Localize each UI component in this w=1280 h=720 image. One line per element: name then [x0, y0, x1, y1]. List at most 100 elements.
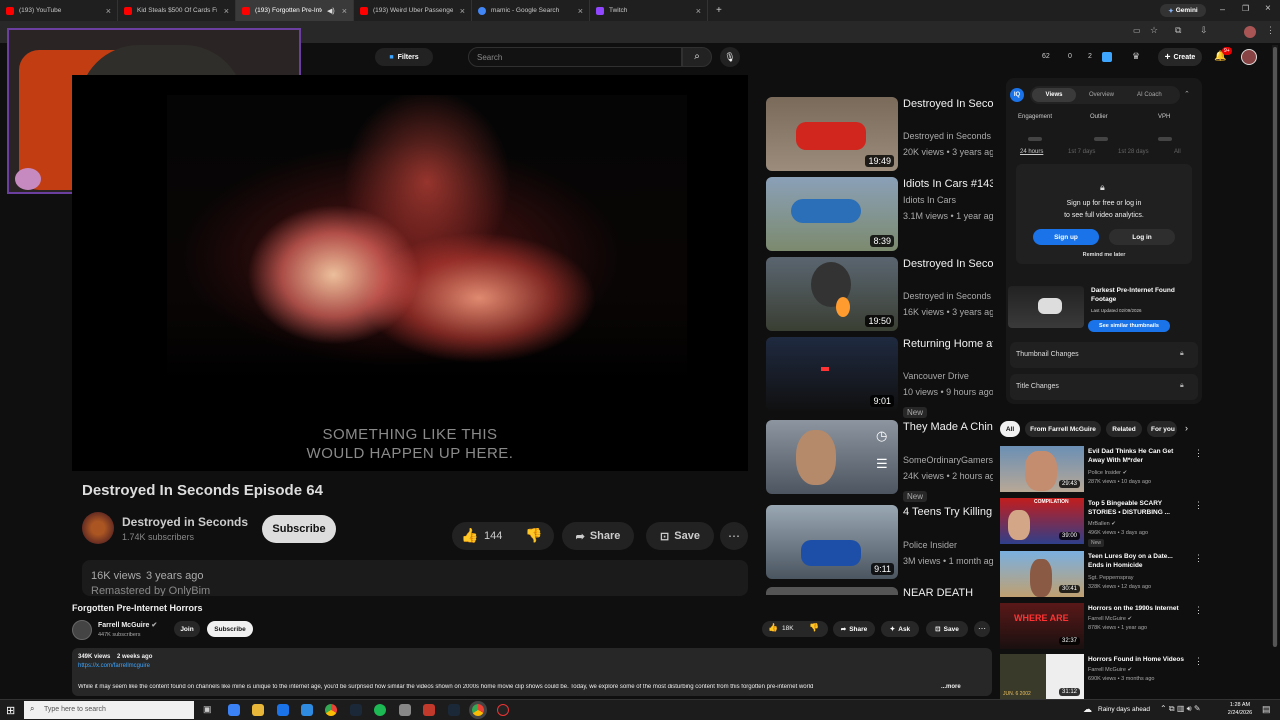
- main-more-actions-icon[interactable]: ⋯: [974, 621, 990, 637]
- more-actions-icon[interactable]: ⋯: [720, 522, 748, 550]
- weather-text[interactable]: Rainy days ahead: [1098, 706, 1150, 713]
- page-scrollbar[interactable]: [1272, 45, 1278, 647]
- video-menu-icon[interactable]: ⋮: [1194, 553, 1203, 564]
- thumbs-up-icon[interactable]: 👍: [461, 527, 478, 544]
- range-24-hours[interactable]: 24 hours: [1020, 149, 1043, 155]
- gemini-button[interactable]: ✦ Gemini: [1160, 4, 1206, 17]
- steam-icon[interactable]: [350, 704, 362, 716]
- browser-tab[interactable]: (193) Weird Uber Passenger Re ×: [354, 0, 472, 21]
- maximize-window-icon[interactable]: ❐: [1242, 4, 1249, 13]
- browser-tab[interactable]: mamic - Google Search ×: [472, 0, 590, 21]
- close-tab-icon[interactable]: ×: [578, 6, 583, 16]
- thumbnail-changes-row[interactable]: Thumbnail Changes 🔒︎: [1010, 342, 1198, 368]
- video-title[interactable]: They Made A Chinese Version Of Me...: [903, 420, 993, 435]
- app-icon[interactable]: [423, 704, 435, 716]
- remind-later-link[interactable]: Remind me later: [1016, 252, 1192, 258]
- app-icon[interactable]: [399, 704, 411, 716]
- video-thumbnail[interactable]: 29:43: [1000, 446, 1084, 492]
- extension-icon[interactable]: [1102, 52, 1112, 62]
- watch-later-icon[interactable]: ◷: [876, 428, 887, 444]
- range-first-28-days[interactable]: 1st 28 days: [1118, 149, 1149, 155]
- video-title[interactable]: Destroyed In Seconds Episode 60: [903, 257, 993, 272]
- video-thumbnail[interactable]: WHERE ARE 32:37: [1000, 603, 1084, 649]
- chrome-active-icon[interactable]: [472, 704, 484, 716]
- main-share-button[interactable]: ➦ Share: [833, 621, 875, 637]
- close-tab-icon[interactable]: ×: [460, 6, 465, 16]
- channel-avatar[interactable]: [82, 512, 114, 544]
- microphone-icon[interactable]: 🎙: [720, 47, 740, 67]
- search-input[interactable]: Search: [468, 47, 682, 67]
- close-window-icon[interactable]: ×: [1265, 3, 1271, 14]
- main-thumbs-down-icon[interactable]: 👎: [809, 623, 819, 632]
- video-menu-icon[interactable]: ⋮: [1194, 500, 1203, 511]
- cast-icon[interactable]: ▭: [1133, 26, 1141, 35]
- video-player[interactable]: SOMETHING LIKE THIS WOULD HAPPEN UP HERE…: [72, 75, 748, 471]
- close-tab-icon[interactable]: ×: [224, 6, 229, 16]
- chip-related[interactable]: Related: [1106, 421, 1142, 437]
- close-tab-icon[interactable]: ×: [342, 6, 347, 16]
- ask-button[interactable]: ✦ Ask: [881, 621, 919, 637]
- video-thumbnail[interactable]: 19:49: [766, 97, 898, 171]
- join-button[interactable]: Join: [174, 621, 200, 637]
- notifications-icon[interactable]: ▤: [1262, 704, 1271, 715]
- clock-time[interactable]: 1:28 AM: [1225, 702, 1255, 708]
- video-title[interactable]: Destroyed In Seconds Episode 61: [903, 97, 993, 112]
- video-menu-icon[interactable]: ⋮: [1194, 448, 1203, 459]
- video-thumbnail[interactable]: 9:11: [766, 505, 898, 579]
- extensions-icon[interactable]: ⧉: [1175, 25, 1181, 36]
- video-thumbnail[interactable]: JUN. 6 2002 31:12: [1000, 654, 1084, 700]
- tab-overview[interactable]: Overview: [1089, 92, 1114, 98]
- video-title[interactable]: Teen Lures Boy on a Date... Ends in Homi…: [1088, 552, 1186, 570]
- browser-tab[interactable]: Kid Steals $500 Of Cards From ×: [118, 0, 236, 21]
- collapse-chevron-icon[interactable]: ⌃: [1184, 90, 1190, 98]
- file-explorer-icon[interactable]: [252, 704, 264, 716]
- spotify-icon[interactable]: [374, 704, 386, 716]
- taskbar-search-input[interactable]: Type here to search: [24, 701, 194, 719]
- video-thumbnail[interactable]: 19:50: [766, 257, 898, 331]
- windows-start-icon[interactable]: ⊞: [6, 704, 15, 717]
- video-menu-icon[interactable]: ⋮: [1194, 656, 1203, 667]
- add-to-queue-icon[interactable]: ☰: [876, 456, 888, 472]
- chips-next-chevron-icon[interactable]: ›: [1185, 423, 1188, 433]
- minimize-window-icon[interactable]: –: [1220, 4, 1225, 14]
- close-tab-icon[interactable]: ×: [106, 6, 111, 16]
- main-channel-name[interactable]: Farrell McGuire ✔: [98, 621, 157, 629]
- bookmark-star-icon[interactable]: ☆: [1150, 25, 1158, 36]
- obs-icon[interactable]: [497, 704, 509, 716]
- see-similar-thumbnails-button[interactable]: See similar thumbnails: [1088, 320, 1170, 332]
- new-tab-button[interactable]: +: [716, 5, 722, 16]
- clock-date[interactable]: 2/24/2026: [1222, 710, 1258, 716]
- video-thumbnail[interactable]: 9:01: [766, 337, 898, 411]
- save-button[interactable]: ⊡ Save: [646, 522, 714, 550]
- description-link[interactable]: https://x.com/farrellmcguire: [78, 663, 150, 669]
- show-more-link[interactable]: ...more: [941, 684, 961, 690]
- subscribe-button[interactable]: Subscribe: [262, 515, 336, 543]
- system-tray-icons[interactable]: ⌃ ⧉ ▥ 🔊︎ ✎: [1160, 704, 1201, 714]
- account-avatar[interactable]: [1241, 49, 1257, 65]
- search-icon[interactable]: ⌕: [682, 47, 712, 67]
- browser-tab[interactable]: (193) YouTube ×: [0, 0, 118, 21]
- main-channel-avatar[interactable]: [72, 620, 92, 640]
- video-title[interactable]: Evil Dad Thinks He Can Get Away With M*r…: [1088, 447, 1186, 465]
- tab-views[interactable]: Views: [1032, 88, 1076, 102]
- video-thumbnail[interactable]: 30:41: [1000, 551, 1084, 597]
- channel-name[interactable]: Destroyed in Seconds: [122, 515, 248, 529]
- speaker-icon[interactable]: ◀): [327, 7, 335, 15]
- main-thumbs-up-icon[interactable]: 👍: [768, 623, 778, 632]
- video-title[interactable]: NEAR DEATH: [903, 586, 993, 596]
- promo-thumbnail[interactable]: [1008, 286, 1084, 328]
- tab-ai-coach[interactable]: AI Coach: [1137, 92, 1162, 98]
- video-thumbnail[interactable]: ◷ ☰: [766, 420, 898, 494]
- chrome-icon[interactable]: [325, 704, 337, 716]
- video-menu-icon[interactable]: ⋮: [1194, 605, 1203, 616]
- filters-button[interactable]: ■ Filters: [375, 48, 433, 66]
- video-title[interactable]: Horrors Found in Home Videos: [1088, 655, 1186, 664]
- chip-for-you[interactable]: For you: [1147, 421, 1177, 437]
- scrollbar-thumb[interactable]: [1273, 47, 1277, 647]
- browser-tab-active[interactable]: (193) Forgotten Pre-Interne ◀) ×: [236, 0, 354, 21]
- browser-menu-icon[interactable]: ⋮: [1266, 25, 1275, 36]
- main-subscribe-button[interactable]: Subscribe: [207, 621, 253, 637]
- log-in-button[interactable]: Log in: [1109, 229, 1175, 245]
- browser-tab[interactable]: Twitch ×: [590, 0, 708, 21]
- create-button[interactable]: + Create: [1158, 48, 1202, 66]
